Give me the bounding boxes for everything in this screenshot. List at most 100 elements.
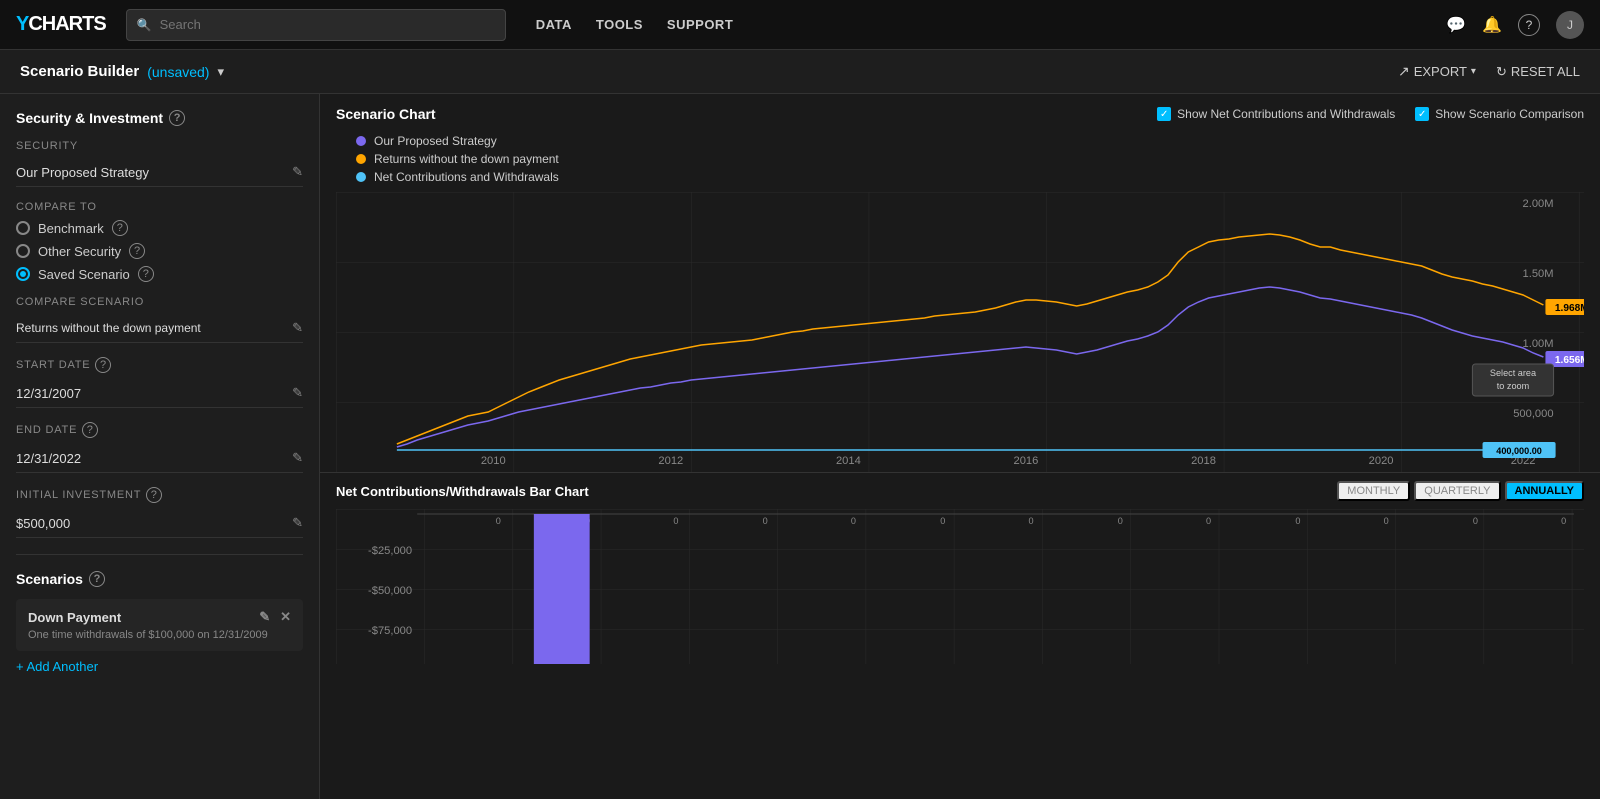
- nav-links: DATA TOOLS SUPPORT: [536, 17, 734, 32]
- subbar-right: ↗ EXPORT ▾ ↻ RESET ALL: [1398, 63, 1580, 80]
- nav-right-icons: 💬 🔔 ? J: [1446, 11, 1584, 39]
- svg-text:2016: 2016: [1014, 455, 1039, 467]
- period-buttons: MONTHLY QUARTERLY ANNUALLY: [1337, 481, 1584, 501]
- security-investment-section: Security & Investment ?: [16, 110, 303, 126]
- chart-header: Scenario Chart ✓ Show Net Contributions …: [320, 94, 1600, 130]
- compare-saved-scenario[interactable]: Saved Scenario ?: [16, 266, 303, 282]
- legend-dot-contributions: [356, 172, 366, 182]
- top-navigation: YCHARTS 🔍 DATA TOOLS SUPPORT 💬 🔔 ? J: [0, 0, 1600, 50]
- svg-text:0: 0: [1561, 516, 1566, 526]
- start-date-help-icon[interactable]: ?: [95, 357, 111, 373]
- chart-legend: Our Proposed Strategy Returns without th…: [336, 130, 1584, 192]
- start-date-edit-icon[interactable]: ✎: [292, 385, 303, 401]
- compare-other-security[interactable]: Other Security ?: [16, 243, 303, 259]
- nav-data[interactable]: DATA: [536, 17, 572, 32]
- start-date-label: START DATE ?: [16, 357, 303, 373]
- benchmark-radio[interactable]: [16, 221, 30, 235]
- saved-scenario-help-icon[interactable]: ?: [138, 266, 154, 282]
- sidebar: Security & Investment ? SECURITY Our Pro…: [0, 94, 320, 799]
- security-help-icon[interactable]: ?: [169, 110, 185, 126]
- compare-options: Benchmark ? Other Security ? Saved Scena…: [16, 220, 303, 282]
- export-icon: ↗: [1398, 63, 1410, 80]
- monthly-button[interactable]: MONTHLY: [1337, 481, 1410, 501]
- initial-investment-help-icon[interactable]: ?: [146, 487, 162, 503]
- scenarios-title: Scenarios ?: [16, 571, 303, 587]
- saved-scenario-radio[interactable]: [16, 267, 30, 281]
- initial-investment-edit-icon[interactable]: ✎: [292, 515, 303, 531]
- scenario-edit-icon[interactable]: ✎: [259, 609, 270, 625]
- show-scenario-option[interactable]: ✓ Show Scenario Comparison: [1415, 107, 1584, 121]
- svg-text:0: 0: [1206, 516, 1211, 526]
- bar-chart-section: Net Contributions/Withdrawals Bar Chart …: [320, 472, 1600, 692]
- svg-text:2010: 2010: [481, 455, 506, 467]
- user-avatar[interactable]: J: [1556, 11, 1584, 39]
- search-icon: 🔍: [137, 18, 152, 32]
- search-input[interactable]: [160, 17, 495, 32]
- page-title: Scenario Builder: [20, 63, 139, 80]
- svg-text:0: 0: [496, 516, 501, 526]
- chat-icon[interactable]: 💬: [1446, 15, 1466, 35]
- svg-text:2014: 2014: [836, 455, 861, 467]
- svg-text:0: 0: [1118, 516, 1123, 526]
- show-scenario-checkbox[interactable]: ✓: [1415, 107, 1429, 121]
- quarterly-button[interactable]: QUARTERLY: [1414, 481, 1500, 501]
- svg-text:0: 0: [1295, 516, 1300, 526]
- compare-scenario-edit-icon[interactable]: ✎: [292, 320, 303, 336]
- svg-text:Select area: Select area: [1490, 368, 1537, 378]
- legend-item-contributions: Net Contributions and Withdrawals: [356, 170, 1584, 184]
- dropdown-arrow[interactable]: ▾: [217, 64, 224, 80]
- security-label: SECURITY: [16, 140, 303, 152]
- scenario-header: Down Payment ✎ ✕: [28, 609, 291, 625]
- divider: [16, 554, 303, 555]
- other-security-help-icon[interactable]: ?: [129, 243, 145, 259]
- bar-chart-title: Net Contributions/Withdrawals Bar Chart: [336, 484, 589, 499]
- logo[interactable]: YCHARTS: [16, 13, 106, 36]
- svg-text:1.50M: 1.50M: [1523, 268, 1554, 280]
- show-contributions-checkbox[interactable]: ✓: [1157, 107, 1171, 121]
- chart-canvas: Our Proposed Strategy Returns without th…: [320, 130, 1600, 472]
- unsaved-status[interactable]: (unsaved): [147, 64, 209, 80]
- scenario-description: One time withdrawals of $100,000 on 12/3…: [28, 629, 291, 641]
- scenarios-help-icon[interactable]: ?: [89, 571, 105, 587]
- security-edit-icon[interactable]: ✎: [292, 164, 303, 180]
- search-bar[interactable]: 🔍: [126, 9, 506, 41]
- reset-button[interactable]: ↻ RESET ALL: [1496, 64, 1580, 80]
- chart-title: Scenario Chart: [336, 106, 436, 122]
- svg-text:2.00M: 2.00M: [1523, 198, 1554, 210]
- scenario-close-icon[interactable]: ✕: [280, 609, 291, 625]
- bell-icon[interactable]: 🔔: [1482, 15, 1502, 35]
- svg-text:2018: 2018: [1191, 455, 1216, 467]
- show-contributions-option[interactable]: ✓ Show Net Contributions and Withdrawals: [1157, 107, 1395, 121]
- scenario-item: Down Payment ✎ ✕ One time withdrawals of…: [16, 599, 303, 651]
- chart-options: ✓ Show Net Contributions and Withdrawals…: [1157, 107, 1584, 121]
- svg-text:400,000.00: 400,000.00: [1496, 446, 1542, 456]
- end-date-help-icon[interactable]: ?: [82, 422, 98, 438]
- start-date-field: 12/31/2007 ✎: [16, 379, 303, 408]
- info-icon[interactable]: ?: [1518, 14, 1540, 36]
- svg-text:0: 0: [1384, 516, 1389, 526]
- compare-scenario-label: COMPARE SCENARIO: [16, 296, 303, 308]
- svg-text:-$25,000: -$25,000: [368, 545, 412, 557]
- svg-text:0: 0: [1028, 516, 1033, 526]
- scenario-chart-svg: 2.00M 1.50M 1.00M 500,000 2010 2012 2014…: [336, 192, 1584, 472]
- benchmark-help-icon[interactable]: ?: [112, 220, 128, 236]
- nav-tools[interactable]: TOOLS: [596, 17, 643, 32]
- svg-text:500,000: 500,000: [1513, 408, 1553, 420]
- svg-text:to zoom: to zoom: [1497, 381, 1529, 391]
- nav-support[interactable]: SUPPORT: [667, 17, 733, 32]
- annually-button[interactable]: ANNUALLY: [1505, 481, 1585, 501]
- subbar-left: Scenario Builder (unsaved) ▾: [20, 63, 224, 80]
- benchmark-label: Benchmark: [38, 221, 104, 236]
- svg-text:0: 0: [851, 516, 856, 526]
- svg-text:0: 0: [763, 516, 768, 526]
- reset-icon: ↻: [1496, 64, 1507, 80]
- compare-benchmark[interactable]: Benchmark ?: [16, 220, 303, 236]
- scenario-actions: ✎ ✕: [259, 609, 291, 625]
- export-button[interactable]: ↗ EXPORT ▾: [1398, 63, 1476, 80]
- legend-dot-proposed: [356, 136, 366, 146]
- legend-item-returns: Returns without the down payment: [356, 152, 1584, 166]
- other-security-radio[interactable]: [16, 244, 30, 258]
- end-date-edit-icon[interactable]: ✎: [292, 450, 303, 466]
- add-another-button[interactable]: + Add Another: [16, 659, 303, 674]
- end-date-label: END DATE ?: [16, 422, 303, 438]
